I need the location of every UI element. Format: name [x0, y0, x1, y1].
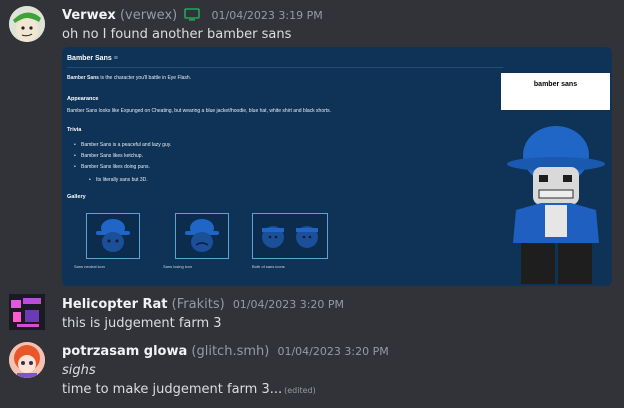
message-1: Verwex (verwex) 01/04/2023 3:19 PM oh no… [0, 0, 624, 290]
timestamp[interactable]: 01/04/2023 3:20 PM [277, 345, 388, 358]
gallery-image-both [252, 213, 328, 259]
message-text: oh no I found another bamber sans [62, 27, 292, 42]
trivia-item: Bamber Sans likes doing puns. [74, 164, 150, 170]
infobox-character-image [501, 115, 610, 285]
trivia-heading: Trivia [67, 127, 82, 133]
desktop-icon [184, 8, 201, 26]
appearance-heading: Appearance [67, 96, 99, 102]
message-text-italic: sighs [62, 363, 96, 378]
divider [67, 67, 503, 68]
author-handle: (glitch.smh) [191, 344, 270, 359]
infobox-title: bamber sans [533, 81, 578, 88]
wiki-page-title: Bamber Sans ≡ [67, 55, 118, 62]
edited-label: (edited) [284, 386, 316, 395]
gallery-caption: Sans losing icon [163, 264, 193, 269]
timestamp[interactable]: 01/04/2023 3:20 PM [233, 298, 344, 311]
gallery-image-losing [175, 213, 229, 259]
message-2: Helicopter Rat (Frakits) 01/04/2023 3:20… [0, 290, 624, 336]
trivia-item: Bamber Sans likes ketchup. [74, 153, 143, 159]
message-text: time to make judgement farm 3... (edited) [62, 381, 316, 400]
author-name[interactable]: Helicopter Rat [62, 297, 168, 312]
appearance-text: Bamber Sans looks like Expunged on Cheat… [67, 108, 332, 114]
embedded-image[interactable]: Bamber Sans ≡ Bamber Sans is the charact… [62, 47, 612, 286]
wiki-intro: Bamber Sans is the character you'll batt… [67, 75, 192, 81]
trivia-subitem: Its literally sans but 3D. [89, 177, 148, 183]
gallery-caption: Sans neutral icon [74, 264, 105, 269]
avatar-glitch[interactable] [9, 342, 45, 378]
trivia-item: Bamber Sans is a peaceful and lazy guy. [74, 142, 171, 148]
avatar-frakits[interactable] [9, 294, 45, 330]
gallery-heading: Gallery [67, 194, 86, 200]
avatar-verwex[interactable] [9, 6, 45, 42]
gallery-caption: Both of sans icons [252, 264, 285, 269]
author-handle: (Frakits) [171, 297, 225, 312]
author-handle: (verwex) [119, 8, 178, 23]
infobox-header: bamber sans [501, 73, 610, 110]
author-name[interactable]: Verwex [62, 8, 116, 23]
message-text: this is judgement farm 3 [62, 316, 222, 331]
author-name[interactable]: potrzasam glowa [62, 344, 187, 359]
message-3: potrzasam glowa (glitch.smh) 01/04/2023 … [0, 336, 624, 408]
message-text-content: time to make judgement farm 3... [62, 382, 283, 397]
timestamp[interactable]: 01/04/2023 3:19 PM [212, 9, 323, 22]
gallery-image-neutral [86, 213, 140, 259]
